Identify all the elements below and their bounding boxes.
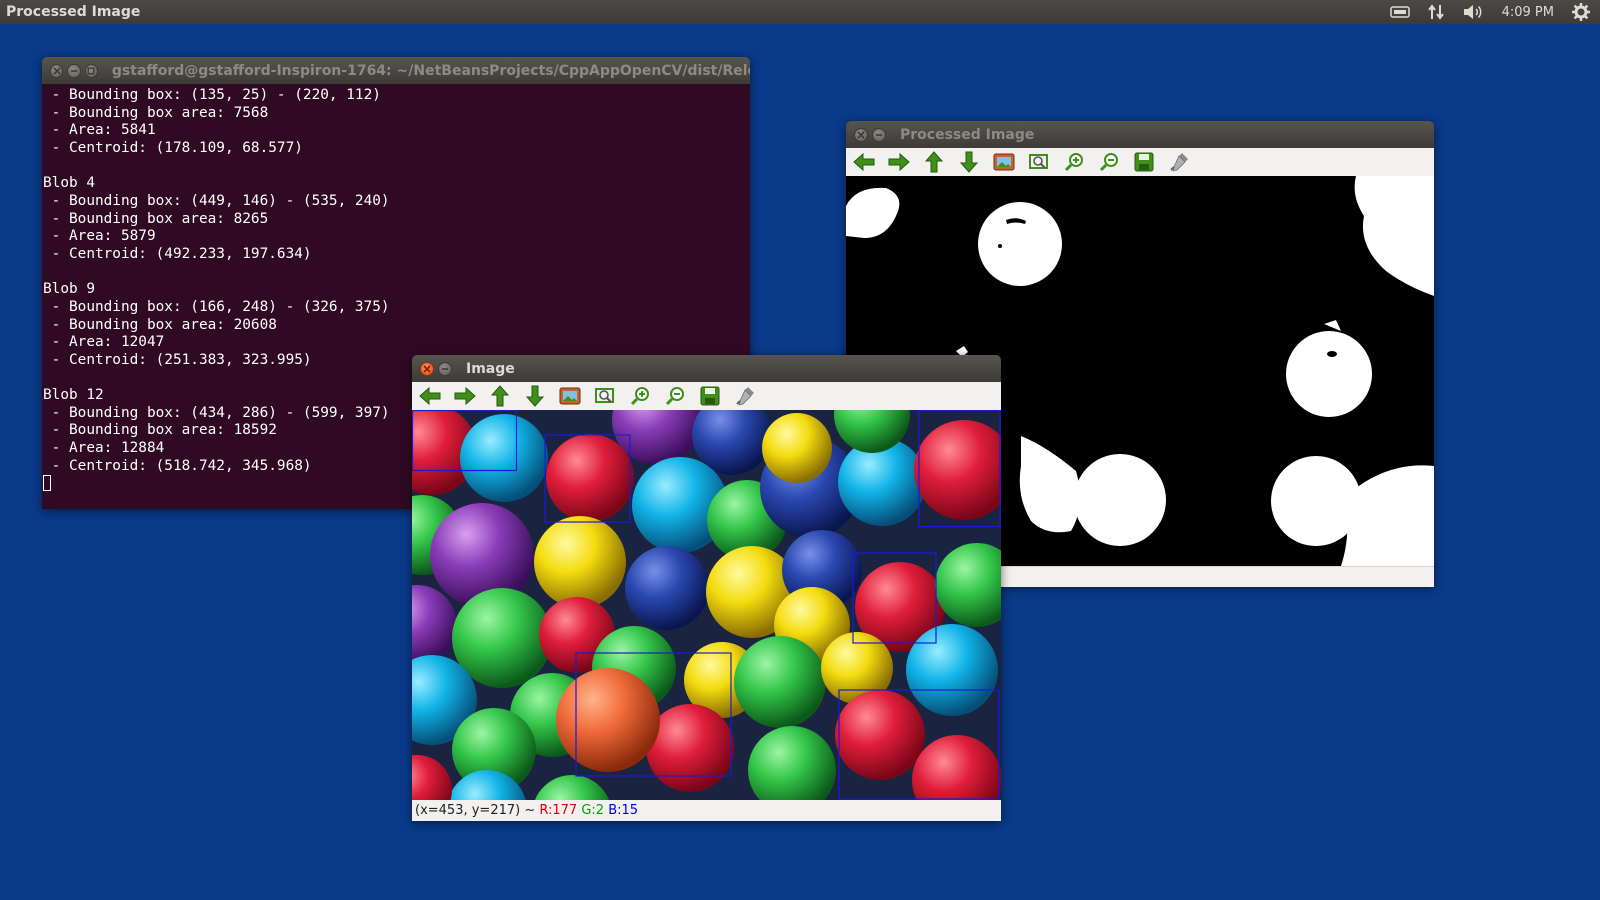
terminal-line: Blob 4 <box>43 175 95 192</box>
clock[interactable]: 4:09 PM <box>1502 5 1554 20</box>
volume-icon[interactable] <box>1462 4 1484 20</box>
terminal-line: - Bounding box area: 7568 <box>43 104 269 121</box>
blue-value: B:15 <box>608 803 639 818</box>
system-tray: 4:09 PM <box>1389 3 1600 21</box>
zoom-out-icon[interactable] <box>663 384 687 408</box>
minimize-button[interactable] <box>872 127 886 142</box>
terminal-line: - Bounding box area: 20608 <box>43 316 277 333</box>
terminal-line: - Area: 5879 <box>43 228 156 245</box>
properties-icon[interactable] <box>1167 150 1191 174</box>
maximize-icon <box>87 67 95 75</box>
active-app-title: Processed Image <box>6 4 141 20</box>
green-value: G:2 <box>581 803 605 818</box>
zoom-in-icon[interactable] <box>628 384 652 408</box>
terminal-line: - Bounding box: (166, 248) - (326, 375) <box>43 298 390 315</box>
minimize-icon <box>70 67 78 75</box>
terminal-line: - Bounding box area: 8265 <box>43 210 269 227</box>
arrow-down-icon[interactable] <box>523 384 547 408</box>
image-window-title: Image <box>466 360 515 377</box>
cursor-coordinates: (x=453, y=217) ~ <box>415 803 540 818</box>
network-icon[interactable] <box>1427 3 1444 21</box>
colored-balls-photo <box>412 410 1001 800</box>
terminal-line: - Bounding box: (135, 25) - (220, 112) <box>43 87 381 103</box>
minimize-button[interactable] <box>438 361 452 376</box>
balls-image[interactable] <box>412 410 1001 800</box>
arrow-right-icon[interactable] <box>453 384 477 408</box>
zoom-fit-icon[interactable] <box>558 384 582 408</box>
close-icon <box>857 130 865 139</box>
top-panel: Processed Image 4:09 PM <box>0 0 1600 24</box>
processed-titlebar[interactable]: Processed Image <box>846 121 1434 148</box>
minimize-icon <box>875 131 883 139</box>
close-icon <box>53 66 61 75</box>
zoom-in-icon[interactable] <box>1062 150 1086 174</box>
close-button[interactable] <box>854 127 868 142</box>
arrow-down-icon[interactable] <box>957 150 981 174</box>
maximize-button[interactable] <box>84 63 98 78</box>
terminal-line: - Centroid: (178.109, 68.577) <box>43 139 303 156</box>
processed-window-title: Processed Image <box>900 126 1035 143</box>
processed-toolbar <box>846 148 1434 176</box>
minimize-icon <box>441 365 449 373</box>
zoom-original-icon[interactable] <box>593 384 617 408</box>
terminal-line: Blob 9 <box>43 281 95 298</box>
properties-icon[interactable] <box>733 384 757 408</box>
zoom-out-icon[interactable] <box>1097 150 1121 174</box>
save-icon[interactable] <box>1132 150 1156 174</box>
keyboard-icon[interactable] <box>1389 5 1410 19</box>
arrow-up-icon[interactable] <box>488 384 512 408</box>
arrow-up-icon[interactable] <box>922 150 946 174</box>
terminal-titlebar[interactable]: gstafford@gstafford-Inspiron-1764: ~/Net… <box>42 57 750 84</box>
pixel-info-status: (x=453, y=217) ~ R:177 G:2 B:15 <box>412 800 1001 821</box>
terminal-title: gstafford@gstafford-Inspiron-1764: ~/Net… <box>111 62 750 79</box>
red-value: R:177 <box>539 803 578 818</box>
zoom-original-icon[interactable] <box>1027 150 1051 174</box>
save-icon[interactable] <box>698 384 722 408</box>
image-window[interactable]: Image (x=453, y=217) ~ R:177 G:2 B:15 <box>412 355 1001 821</box>
image-toolbar <box>412 382 1001 410</box>
minimize-button[interactable] <box>67 63 81 78</box>
zoom-fit-icon[interactable] <box>992 150 1016 174</box>
arrow-left-icon[interactable] <box>852 150 876 174</box>
terminal-line: - Centroid: (492.233, 197.634) <box>43 245 312 262</box>
terminal-line: - Area: 5841 <box>43 122 156 139</box>
image-titlebar[interactable]: Image <box>412 355 1001 382</box>
close-button[interactable] <box>50 63 64 78</box>
terminal-line: - Bounding box: (449, 146) - (535, 240) <box>43 192 390 209</box>
terminal-line: - Area: 12047 <box>43 334 165 351</box>
close-icon <box>423 364 431 373</box>
close-button[interactable] <box>420 361 434 376</box>
text-cursor <box>43 475 51 492</box>
arrow-right-icon[interactable] <box>887 150 911 174</box>
gear-icon[interactable] <box>1572 3 1590 21</box>
arrow-left-icon[interactable] <box>418 384 442 408</box>
